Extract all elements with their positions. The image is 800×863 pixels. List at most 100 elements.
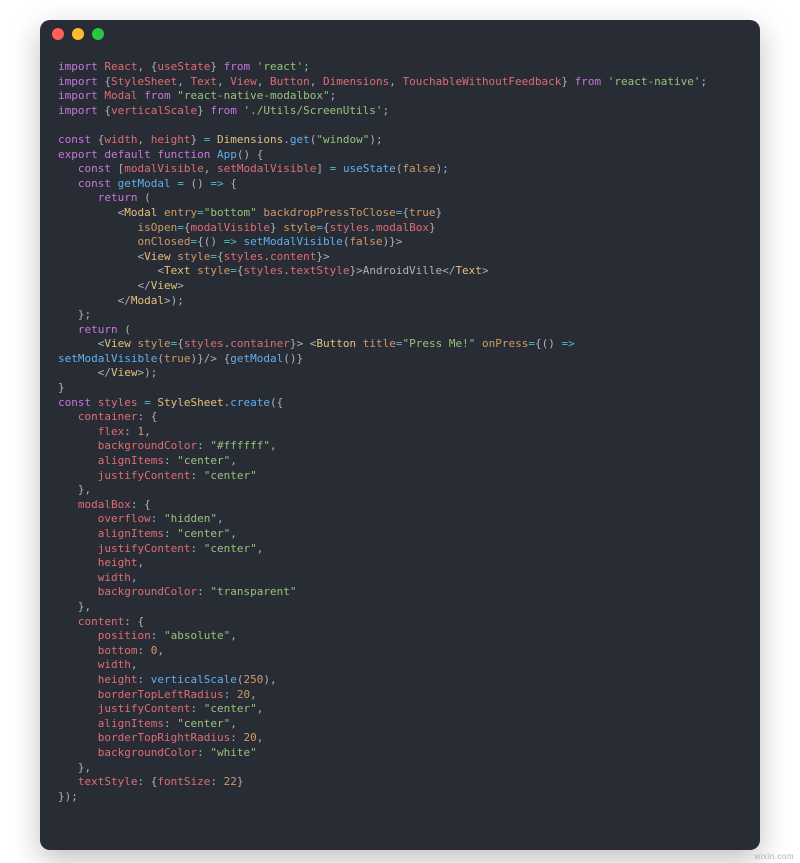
keyword: from bbox=[224, 60, 251, 73]
identifier: StyleSheet bbox=[111, 75, 177, 88]
jsx-tag: Modal bbox=[124, 206, 157, 219]
keyword: const bbox=[58, 396, 91, 409]
property: width bbox=[98, 571, 131, 584]
property: fontSize bbox=[157, 775, 210, 788]
jsx-tag: Text bbox=[164, 264, 191, 277]
identifier: View bbox=[230, 75, 257, 88]
string: "hidden" bbox=[164, 512, 217, 525]
property: height bbox=[98, 556, 138, 569]
property: height bbox=[98, 673, 138, 686]
close-dot-icon[interactable] bbox=[52, 28, 64, 40]
string: "center" bbox=[204, 469, 257, 482]
keyword: from bbox=[575, 75, 602, 88]
property: bottom bbox=[98, 644, 138, 657]
property: alignItems bbox=[98, 717, 164, 730]
boolean: true bbox=[164, 352, 191, 365]
number: 20 bbox=[237, 688, 250, 701]
jsx-attr: backdropPressToClose bbox=[263, 206, 395, 219]
property: overflow bbox=[98, 512, 151, 525]
keyword: export bbox=[58, 148, 98, 161]
identifier: TouchableWithoutFeedback bbox=[402, 75, 561, 88]
string: "react-native-modalbox" bbox=[177, 89, 329, 102]
property: position bbox=[98, 629, 151, 642]
minimize-dot-icon[interactable] bbox=[72, 28, 84, 40]
keyword: import bbox=[58, 104, 98, 117]
jsx-attr: onClosed bbox=[137, 235, 190, 248]
property: container bbox=[230, 337, 290, 350]
window-titlebar bbox=[40, 20, 760, 48]
identifier: Modal bbox=[104, 89, 137, 102]
string: "white" bbox=[210, 746, 256, 759]
string: "#ffffff" bbox=[210, 439, 270, 452]
string: 'react' bbox=[257, 60, 303, 73]
keyword: function bbox=[157, 148, 210, 161]
identifier: height bbox=[151, 133, 191, 146]
keyword: from bbox=[144, 89, 171, 102]
identifier: modalVisible bbox=[124, 162, 203, 175]
class-identifier: StyleSheet bbox=[157, 396, 223, 409]
keyword: return bbox=[78, 323, 118, 336]
number: 22 bbox=[224, 775, 237, 788]
property: modalBox bbox=[78, 498, 131, 511]
function: setModalVisible bbox=[58, 352, 157, 365]
string: "center" bbox=[204, 542, 257, 555]
code-window: import React, {useState} from 'react'; i… bbox=[40, 20, 760, 850]
keyword: from bbox=[210, 104, 237, 117]
string: "transparent" bbox=[210, 585, 296, 598]
number: 20 bbox=[243, 731, 256, 744]
jsx-tag: Text bbox=[455, 264, 482, 277]
jsx-attr: style bbox=[138, 337, 171, 350]
identifier: useState bbox=[157, 60, 210, 73]
keyword: return bbox=[98, 191, 138, 204]
string: './Utils/ScreenUtils' bbox=[243, 104, 382, 117]
identifier: styles bbox=[224, 250, 264, 263]
property: backgroundColor bbox=[98, 585, 197, 598]
property: justifyContent bbox=[98, 542, 191, 555]
jsx-tag: Modal bbox=[131, 294, 164, 307]
property: container bbox=[78, 410, 138, 423]
string: "center" bbox=[204, 702, 257, 715]
identifier: setModalVisible bbox=[217, 162, 316, 175]
zoom-dot-icon[interactable] bbox=[92, 28, 104, 40]
jsx-attr: isOpen bbox=[137, 221, 177, 234]
property: modalBox bbox=[376, 221, 429, 234]
method: get bbox=[290, 133, 310, 146]
identifier: width bbox=[104, 133, 137, 146]
string: 'react-native' bbox=[608, 75, 701, 88]
code-block: import React, {useState} from 'react'; i… bbox=[40, 48, 760, 824]
jsx-attr: entry bbox=[164, 206, 197, 219]
string: "center" bbox=[177, 454, 230, 467]
identifier: Button bbox=[270, 75, 310, 88]
jsx-tag: View bbox=[104, 337, 131, 350]
jsx-tag: Button bbox=[316, 337, 356, 350]
keyword: import bbox=[58, 75, 98, 88]
identifier: styles bbox=[243, 264, 283, 277]
boolean: true bbox=[409, 206, 436, 219]
jsx-attr: onPress bbox=[482, 337, 528, 350]
boolean: false bbox=[349, 235, 382, 248]
property: width bbox=[98, 658, 131, 671]
string: "Press Me!" bbox=[402, 337, 475, 350]
property: borderTopRightRadius bbox=[98, 731, 230, 744]
identifier: Text bbox=[190, 75, 217, 88]
jsx-attr: style bbox=[177, 250, 210, 263]
function: useState bbox=[343, 162, 396, 175]
jsx-attr: title bbox=[363, 337, 396, 350]
property: backgroundColor bbox=[98, 746, 197, 759]
function: verticalScale bbox=[151, 673, 237, 686]
string: "center" bbox=[177, 527, 230, 540]
jsx-attr: style bbox=[283, 221, 316, 234]
property: content bbox=[270, 250, 316, 263]
jsx-tag: View bbox=[151, 279, 178, 292]
property: borderTopLeftRadius bbox=[98, 688, 224, 701]
property: alignItems bbox=[98, 454, 164, 467]
class-identifier: Dimensions bbox=[217, 133, 283, 146]
identifier: verticalScale bbox=[111, 104, 197, 117]
identifier: styles bbox=[98, 396, 138, 409]
function: getModal bbox=[230, 352, 283, 365]
number: 250 bbox=[243, 673, 263, 686]
identifier: Dimensions bbox=[323, 75, 389, 88]
keyword: import bbox=[58, 60, 98, 73]
function: setModalVisible bbox=[243, 235, 342, 248]
function: App bbox=[217, 148, 237, 161]
